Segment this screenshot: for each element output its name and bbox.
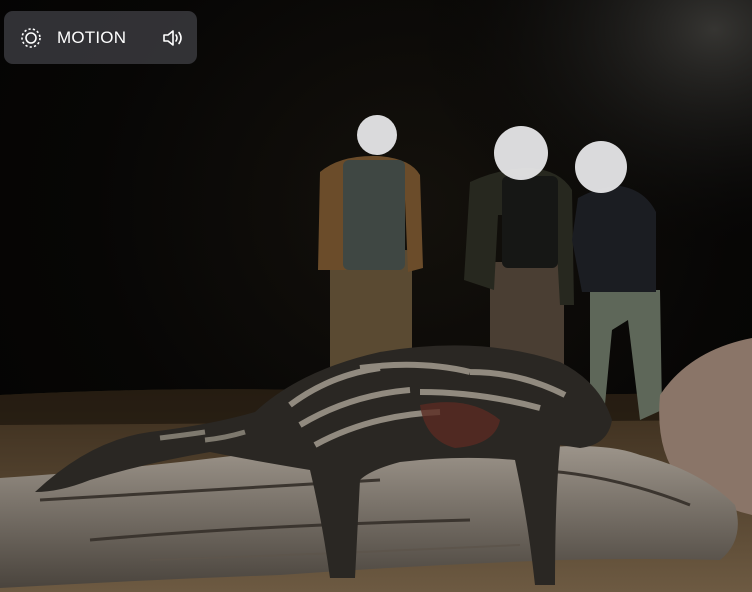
night-photo bbox=[0, 0, 752, 592]
photo-viewer: MOTION bbox=[0, 0, 752, 592]
motion-live-icon bbox=[20, 27, 42, 49]
face-blur-1 bbox=[357, 115, 397, 155]
speaker-volume-icon[interactable] bbox=[161, 26, 187, 50]
motion-label: MOTION bbox=[57, 27, 127, 47]
face-blur-2 bbox=[494, 126, 548, 180]
motion-badge[interactable]: MOTION bbox=[4, 11, 197, 64]
face-blur-3 bbox=[575, 141, 627, 193]
